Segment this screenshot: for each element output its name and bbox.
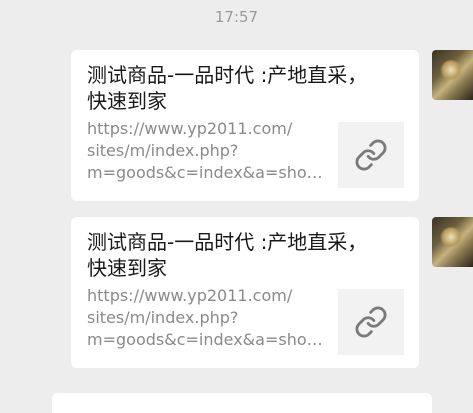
url-line: https://www.yp2011.com/ [87, 286, 293, 305]
next-message-card[interactable] [52, 393, 432, 413]
sender-avatar[interactable] [432, 217, 473, 267]
url-line: sites/m/index.php? [87, 141, 239, 160]
link-icon [355, 139, 387, 171]
link-icon [355, 306, 387, 338]
link-card-url: https://www.yp2011.com/ sites/m/index.ph… [87, 118, 331, 184]
sender-avatar[interactable] [432, 50, 473, 100]
link-card[interactable]: 测试商品-一品时代 :产地直采， 快速到家 https://www.yp2011… [71, 217, 419, 368]
link-card-title: 测试商品-一品时代 :产地直采， 快速到家 [87, 63, 368, 113]
url-line: m=goods&c=index&a=show… [87, 163, 331, 182]
url-line: https://www.yp2011.com/ [87, 119, 293, 138]
chat-timestamp: 17:57 [214, 8, 259, 26]
link-card-title: 测试商品-一品时代 :产地直采， 快速到家 [87, 230, 368, 280]
url-line: sites/m/index.php? [87, 308, 239, 327]
link-card[interactable]: 测试商品-一品时代 :产地直采， 快速到家 https://www.yp2011… [71, 50, 419, 201]
avatar-highlight [440, 227, 462, 247]
link-card-url: https://www.yp2011.com/ sites/m/index.ph… [87, 285, 331, 351]
avatar-highlight [440, 60, 462, 80]
url-line: m=goods&c=index&a=show… [87, 330, 331, 349]
link-thumbnail [338, 122, 404, 188]
link-thumbnail [338, 289, 404, 355]
